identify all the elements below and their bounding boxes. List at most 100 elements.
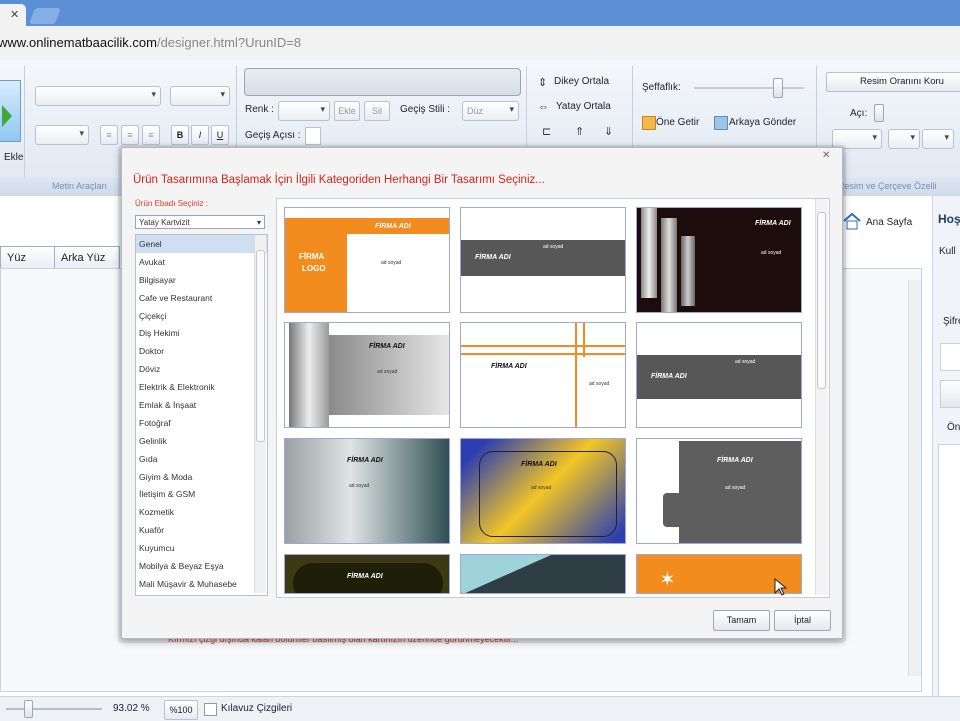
category-item[interactable]: İletişim & GSM <box>136 485 267 503</box>
size-select[interactable]: Yatay Kartvizit <box>135 215 265 230</box>
arkaya-gonder-button[interactable]: Arkaya Gönder <box>729 117 796 128</box>
font-family-select[interactable] <box>35 86 161 106</box>
text-input[interactable] <box>244 68 521 96</box>
canvas-vscroll[interactable] <box>908 280 921 676</box>
template-card[interactable]: FİRMA ADI ad soyad <box>636 322 802 428</box>
one-getir-button[interactable]: Öne Getir <box>656 117 699 128</box>
align-left-edge-icon[interactable]: ⊏ <box>542 125 551 138</box>
zoom-slider-track[interactable] <box>6 708 102 710</box>
align-left-button[interactable]: ≡ <box>100 125 118 145</box>
template-card[interactable]: FİRMA ADI ad soyad <box>284 438 450 544</box>
category-item[interactable]: Gıda <box>136 450 267 468</box>
cerceve-group-title: Resim ve Çerçeve Özelli <box>838 181 937 191</box>
template-card[interactable]: FİRMA ADI ad soyad <box>460 322 626 428</box>
mouse-cursor-icon <box>774 577 788 599</box>
right-panel-tab[interactable]: Ön <box>947 422 960 433</box>
align-right-button[interactable]: ≡ <box>142 125 160 145</box>
keep-ratio-button[interactable]: Resim Oranını Koru <box>826 72 960 92</box>
category-item[interactable]: Giyim & Moda <box>136 468 267 486</box>
template-card[interactable]: FİRMA ADI ad soyad <box>460 207 626 313</box>
send-back-icon[interactable] <box>714 116 728 130</box>
ok-button[interactable]: Tamam <box>713 610 770 631</box>
category-item[interactable]: Elektrik & Elektronik <box>136 378 267 396</box>
category-item[interactable]: Emlak & İnşaat <box>136 396 267 414</box>
category-item[interactable]: Kozmetik <box>136 503 267 521</box>
category-item[interactable]: Çiçekçi <box>136 307 267 325</box>
bold-button[interactable]: B <box>171 125 189 145</box>
category-list[interactable]: Genel Avukat Bilgisayar Cafe ve Restaura… <box>135 234 268 596</box>
tab-close-icon[interactable]: ✕ <box>10 8 19 21</box>
card-light-triangle <box>461 555 551 593</box>
italic-button[interactable]: I <box>191 125 209 145</box>
color-add-button[interactable]: Ekle <box>334 101 360 121</box>
category-item[interactable]: Cafe ve Restaurant <box>136 289 267 307</box>
gradient-style-select[interactable]: Düz <box>462 101 519 121</box>
align-down-icon[interactable]: ⇓ <box>604 125 613 138</box>
tab-back[interactable]: Arka Yüz <box>54 246 120 269</box>
register-button[interactable] <box>940 380 960 408</box>
border-width-select[interactable] <box>888 129 920 149</box>
guides-checkbox[interactable] <box>204 703 217 716</box>
angle-slider-thumb[interactable] <box>874 104 884 122</box>
category-item[interactable]: Kuyumcu <box>136 539 267 557</box>
add-image-icon[interactable] <box>0 80 21 142</box>
browser-tabstrip <box>0 0 960 26</box>
card-person-name: ad soyad <box>531 485 552 491</box>
template-grid-scroll-thumb[interactable] <box>817 212 826 389</box>
card-person-name: ad soyad <box>725 485 746 491</box>
dikey-ortala-button[interactable]: Dikey Ortala <box>554 76 609 87</box>
color-delete-button[interactable]: Sil <box>364 101 390 121</box>
card-person-name: ad soyad <box>589 381 610 387</box>
login-button[interactable] <box>940 343 960 371</box>
text-color-select[interactable] <box>35 125 89 145</box>
template-card[interactable]: FİRMA ADI ad soyad <box>636 438 802 544</box>
card-firm-name: FİRMA ADI <box>375 223 411 230</box>
category-item[interactable]: Gelinlik <box>136 432 267 450</box>
username-label: Kull <box>939 246 956 257</box>
category-item[interactable]: Doktor <box>136 342 267 360</box>
align-up-icon[interactable]: ⇑ <box>575 125 584 138</box>
url-text[interactable]: www.onlinematbaacilik.com/designer.html?… <box>0 35 301 50</box>
card-person-name: ad soyad <box>349 483 370 489</box>
zoom-reset-button[interactable]: %100 <box>164 700 198 720</box>
category-item[interactable]: Diş Hekimi <box>136 324 267 342</box>
card-firm-name: FİRMA ADI <box>521 461 557 468</box>
category-item[interactable]: Kuaför <box>136 521 267 539</box>
transparency-slider-track[interactable] <box>694 87 804 89</box>
underline-button[interactable]: U <box>211 125 229 145</box>
tab-front[interactable]: Yüz <box>0 246 56 269</box>
cursor-svg <box>774 577 788 596</box>
home-link[interactable]: Ana Sayfa <box>866 217 912 228</box>
yatay-ortala-button[interactable]: Yatay Ortala <box>556 101 611 112</box>
horizontal-center-icon[interactable]: ⇔ <box>538 101 550 113</box>
template-card[interactable]: FİRMA LOGO FİRMA ADI ad soyad <box>284 207 450 313</box>
border-style-select[interactable] <box>922 129 954 149</box>
transparency-slider-thumb[interactable] <box>773 78 783 98</box>
font-size-select[interactable] <box>170 86 230 106</box>
guides-label: Kılavuz Çizgileri <box>221 703 293 714</box>
card-metal-bar <box>641 208 657 298</box>
close-icon[interactable]: ✕ <box>822 150 830 161</box>
color-select[interactable] <box>278 101 330 121</box>
align-center-button[interactable]: ≡ <box>121 125 139 145</box>
template-card[interactable]: FİRMA ADI <box>284 554 450 594</box>
cancel-button[interactable]: İptal <box>774 610 831 631</box>
gecis-stili-label: Geçiş Stili : <box>400 104 451 115</box>
template-card[interactable]: FİRMA ADI ad soyad <box>460 438 626 544</box>
category-item[interactable]: Döviz <box>136 360 267 378</box>
bring-front-icon[interactable] <box>642 116 656 130</box>
zoom-slider-thumb[interactable] <box>24 700 33 718</box>
category-item[interactable]: Avukat <box>136 253 267 271</box>
vertical-center-icon[interactable]: ⇕ <box>538 76 550 89</box>
template-card[interactable] <box>460 554 626 594</box>
category-item[interactable]: Bilgisayar <box>136 271 267 289</box>
category-item[interactable]: Fotoğraf <box>136 414 267 432</box>
gradient-style-value: Düz <box>467 106 484 116</box>
category-item[interactable]: Mali Müşavir & Muhasebe <box>136 575 267 593</box>
template-card[interactable]: FİRMA ADI ad soyad <box>636 207 802 313</box>
category-item-genel[interactable]: Genel <box>136 235 267 253</box>
category-list-scroll-thumb[interactable] <box>256 250 265 442</box>
category-item[interactable]: Mobilya & Beyaz Eşya <box>136 557 267 575</box>
gradient-angle-input[interactable] <box>305 127 321 145</box>
template-card[interactable]: FİRMA ADI ad soyad <box>284 322 450 428</box>
